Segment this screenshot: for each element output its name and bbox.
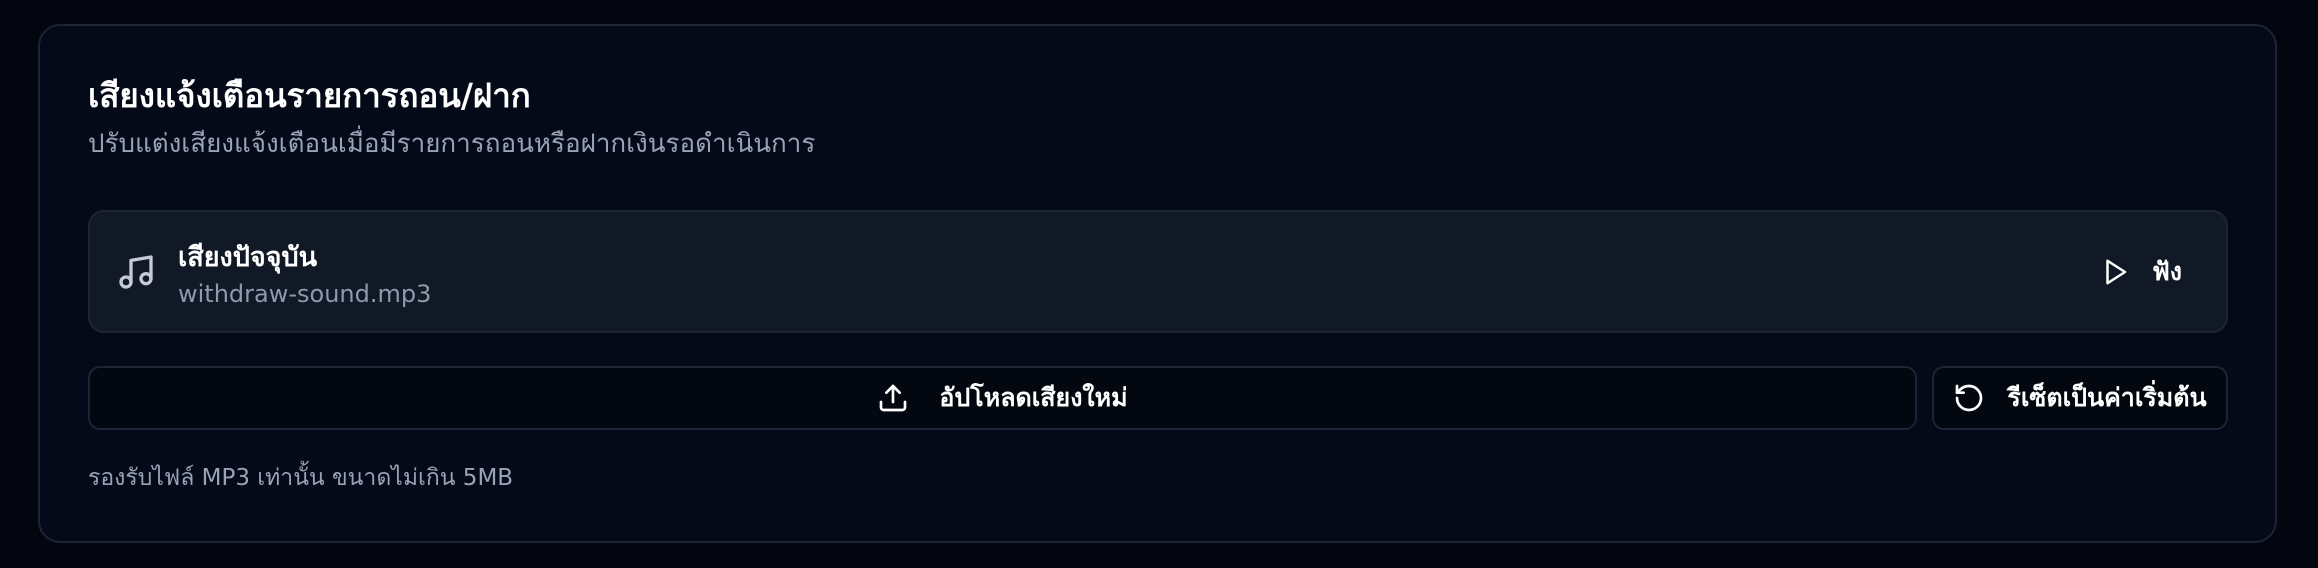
section-title: เสียงแจ้งเตือนรายการถอน/ฝาก [88,76,531,115]
upload-sound-label: อัปโหลดเสียงใหม่ [939,383,1128,412]
reset-default-label: รีเซ็ตเป็นค่าเริ่มต้น [2007,383,2207,412]
current-sound-filename: withdraw-sound.mp3 [178,280,432,308]
upload-icon [877,382,909,414]
file-format-hint: รองรับไฟล์ MP3 เท่านั้น ขนาดไม่เกิน 5MB [88,465,514,491]
upload-sound-button[interactable]: อัปโหลดเสียงใหม่ [88,366,1917,430]
section-subtitle: ปรับแต่งเสียงแจ้งเตือนเมื่อมีรายการถอนหร… [88,129,816,159]
play-icon [2100,257,2130,287]
reset-icon [1953,382,1985,414]
reset-default-button[interactable]: รีเซ็ตเป็นค่าเริ่มต้น [1932,366,2228,430]
listen-label: ฟัง [2152,257,2182,286]
current-sound-label: เสียงปัจจุบัน [178,242,318,273]
current-sound-panel: เสียงปัจจุบัน withdraw-sound.mp3 ฟัง [88,210,2228,333]
listen-button[interactable]: ฟัง [2092,242,2190,302]
